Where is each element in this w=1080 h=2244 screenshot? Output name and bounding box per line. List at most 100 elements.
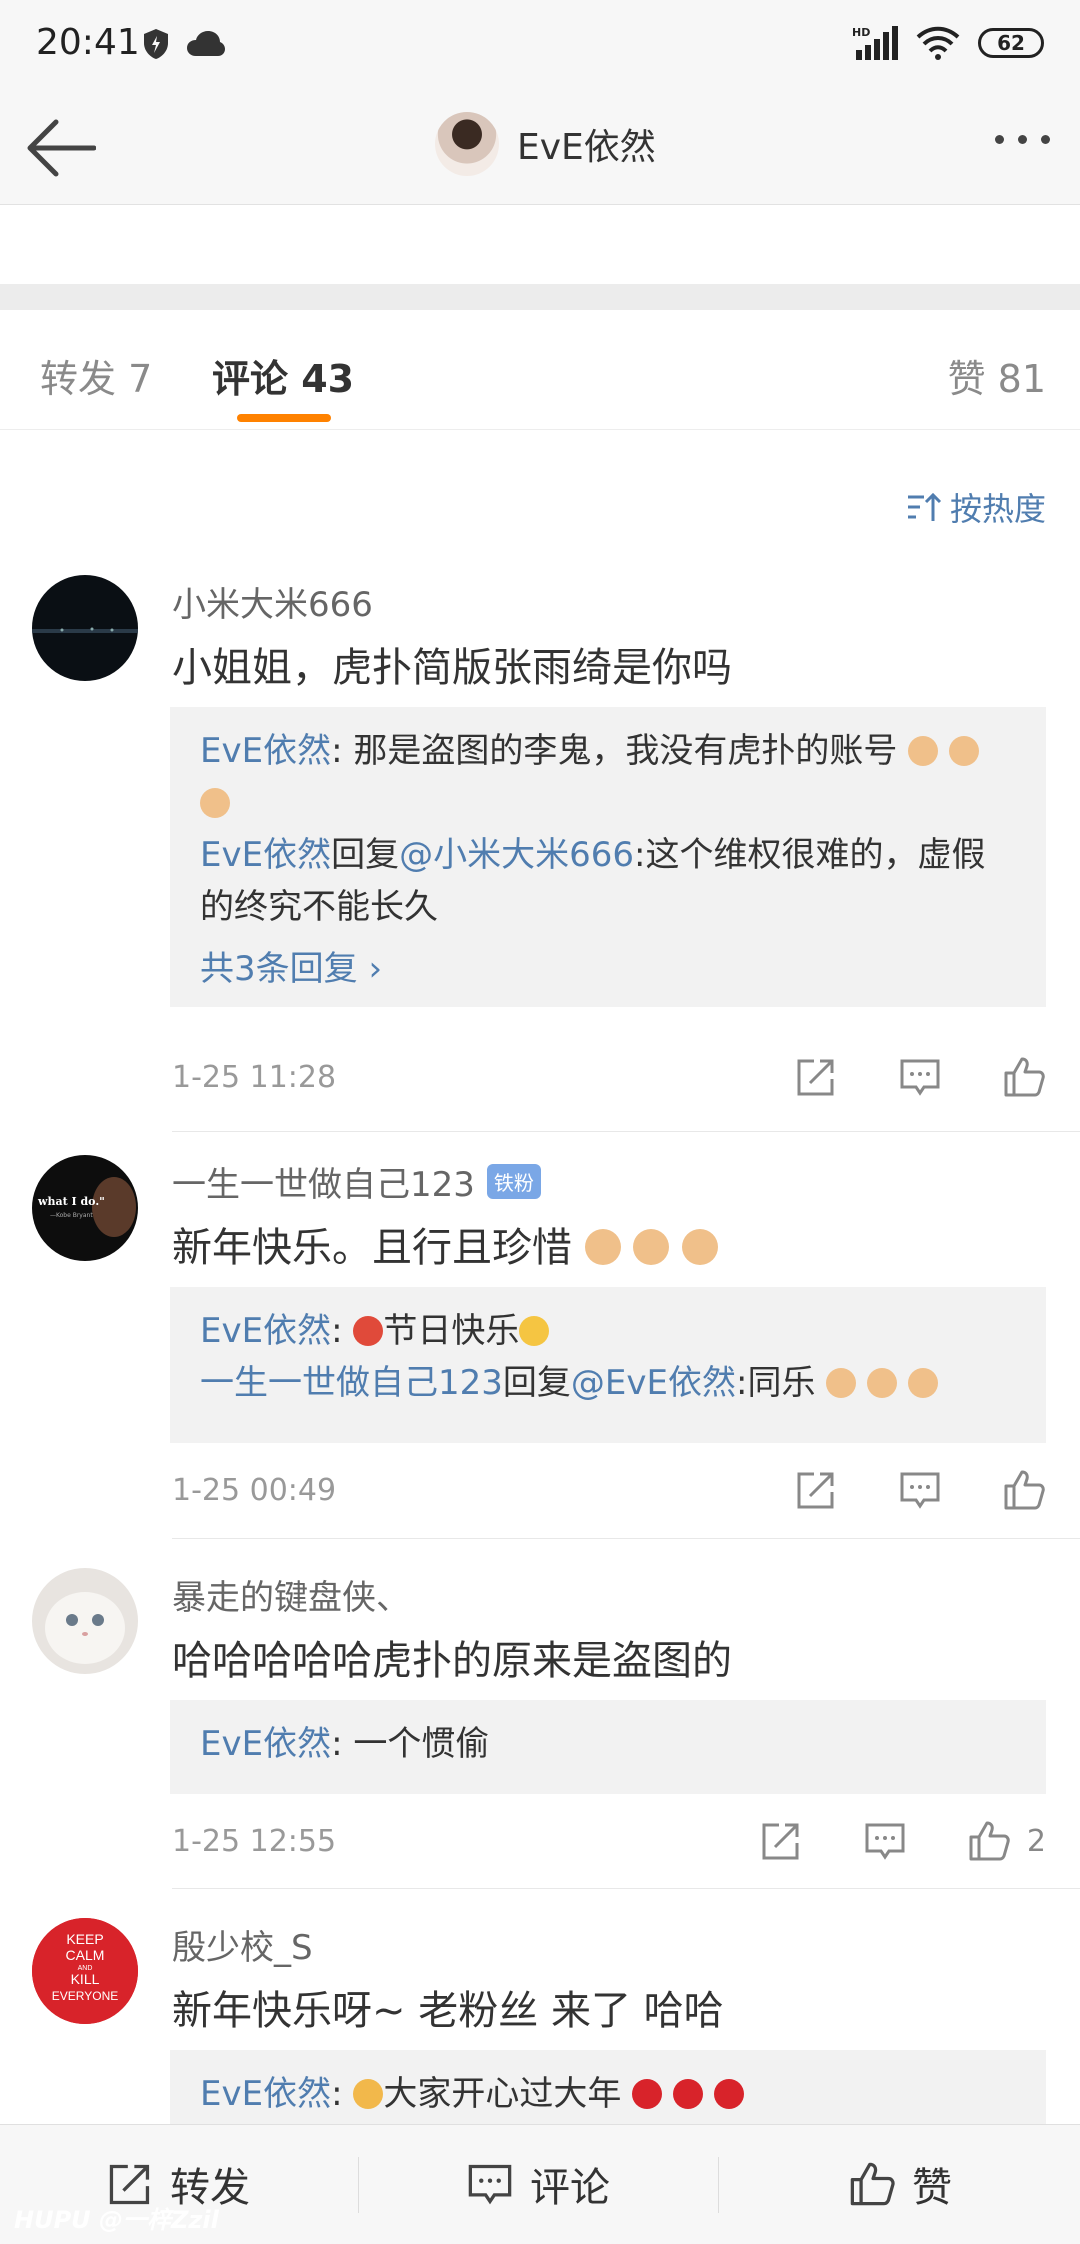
- handshake-emoji: [826, 1368, 857, 1398]
- reply-box[interactable]: EvE依然: 大家开心过大年: [170, 2050, 1046, 2124]
- svg-text:HD: HD: [852, 26, 870, 39]
- battery-indicator: 62: [978, 28, 1044, 58]
- sort-button[interactable]: 按热度: [906, 484, 1046, 530]
- comment-username[interactable]: 暴走的键盘侠、: [172, 1570, 410, 1619]
- firecracker-emoji: [713, 2079, 744, 2109]
- reply-item: EvE依然: 大家开心过大年: [200, 2068, 1016, 2120]
- more-icon[interactable]: [995, 135, 1050, 144]
- comment-text: 哈哈哈哈哈虎扑的原来是盗图的: [172, 1638, 732, 1684]
- reply-item: EvE依然回复@小米大米666:这个维权很难的，虚假的终究不能长久: [200, 835, 986, 927]
- party-emoji: [519, 1316, 550, 1346]
- svg-text:CALM: CALM: [66, 1947, 105, 1963]
- comment-actions: [794, 1055, 1046, 1099]
- status-time: 20:41: [36, 22, 140, 63]
- svg-text:KEEP: KEEP: [66, 1931, 103, 1947]
- bar-divider: [718, 2157, 719, 2213]
- flexed-biceps-emoji: [584, 1229, 621, 1265]
- reply-mention[interactable]: @小米大米666: [399, 835, 634, 875]
- repost-icon[interactable]: [759, 1819, 803, 1863]
- comment-divider: [172, 1888, 1080, 1889]
- sort-icon: [907, 492, 942, 521]
- comment-text: 新年快乐呀~ 老粉丝 来了 哈哈: [172, 1988, 724, 2034]
- repost-icon[interactable]: [794, 1468, 838, 1512]
- comment-username[interactable]: 一生一世做自己123 铁粉: [172, 1157, 541, 1206]
- like-button[interactable]: 赞: [848, 2155, 952, 2213]
- blank-area: [0, 206, 1080, 284]
- reply-box[interactable]: EvE依然: 节日快乐 一生一世做自己123回复@EvE依然:同乐: [170, 1287, 1046, 1443]
- wifi-icon: [916, 26, 960, 60]
- nav-bar: EvE依然: [0, 90, 1080, 205]
- nav-title: EvE依然: [517, 127, 656, 168]
- reply-item: EvE依然: 一个惯偷: [200, 1724, 490, 1764]
- comment-icon: [468, 2164, 512, 2205]
- victory-hand-emoji: [200, 788, 230, 818]
- like-label: 赞: [912, 2165, 952, 2211]
- nav-profile[interactable]: EvE依然: [435, 112, 656, 176]
- svg-text:—Kobe Bryant: —Kobe Bryant: [50, 1212, 93, 1219]
- back-arrow-icon[interactable]: [26, 118, 96, 178]
- signal-icon: HD: [852, 26, 898, 60]
- tab-repost[interactable]: 转发 7: [40, 348, 152, 403]
- tab-comments[interactable]: 评论 43: [212, 348, 354, 403]
- reply-username[interactable]: EvE依然: [200, 1724, 331, 1764]
- comment-icon[interactable]: [863, 1819, 907, 1863]
- flexed-biceps-emoji: [633, 1229, 670, 1265]
- comment-actions: 2: [759, 1819, 1046, 1863]
- tab-likes[interactable]: 赞 81: [948, 348, 1046, 403]
- flexed-biceps-emoji: [682, 1229, 719, 1265]
- svg-text:KILL: KILL: [71, 1971, 100, 1987]
- reply-item: 一生一世做自己123回复@EvE依然:同乐: [200, 1357, 1016, 1409]
- reply-box[interactable]: EvE依然: 那是盗图的李鬼，我没有虎扑的账号 EvE依然回复@小米大米666:…: [170, 707, 1046, 1007]
- victory-hand-emoji: [908, 736, 939, 766]
- reply-username[interactable]: EvE依然: [200, 835, 331, 875]
- comment-username[interactable]: 小米大米666: [172, 577, 373, 626]
- repost-icon[interactable]: [794, 1055, 838, 1099]
- tab-active-indicator: [237, 414, 331, 422]
- fan-badge: 铁粉: [486, 1164, 541, 1199]
- watermark: HUPU @一梓Zzil: [14, 2206, 219, 2234]
- comment-button[interactable]: 评论: [466, 2155, 610, 2213]
- status-bar: 20:41 HD 62: [0, 0, 1080, 90]
- comment-time: 1-25 00:49: [172, 1473, 337, 1508]
- avatar[interactable]: [435, 112, 499, 176]
- comment-divider: [172, 1131, 1080, 1132]
- more-replies-link[interactable]: 共3条回复 ›: [200, 941, 1016, 990]
- like-count: 2: [1026, 1823, 1046, 1859]
- cloud-icon: [187, 31, 225, 56]
- victory-hand-emoji: [948, 736, 979, 766]
- avatar[interactable]: [32, 1568, 138, 1674]
- reply-username[interactable]: EvE依然: [200, 731, 331, 771]
- reply-username[interactable]: 一生一世做自己123: [200, 1363, 503, 1403]
- bar-divider: [358, 2157, 359, 2213]
- handshake-emoji: [907, 1368, 938, 1398]
- reply-username[interactable]: EvE依然: [200, 2074, 331, 2114]
- comment-icon[interactable]: [898, 1468, 942, 1512]
- firecracker-emoji: [672, 2079, 703, 2109]
- sort-label: 按热度: [949, 490, 1046, 528]
- comment-divider: [172, 1538, 1080, 1539]
- reply-item: EvE依然: 节日快乐: [200, 1305, 1016, 1357]
- avatar[interactable]: [32, 575, 138, 681]
- svg-text:EVERYONE: EVERYONE: [52, 1989, 118, 2003]
- comment-time: 1-25 12:55: [172, 1824, 337, 1859]
- like-icon[interactable]: [967, 1819, 1011, 1863]
- comment-icon[interactable]: [898, 1055, 942, 1099]
- reply-mention[interactable]: @EvE依然: [571, 1363, 736, 1403]
- beer-emoji: [353, 2079, 384, 2109]
- comment-text: 小姐姐，虎扑简版张雨绮是你吗: [172, 645, 732, 691]
- avatar[interactable]: KEEP CALM AND KILL EVERYONE: [32, 1918, 138, 2024]
- like-icon[interactable]: [1002, 1055, 1046, 1099]
- svg-text:what I do.": what I do.": [37, 1195, 105, 1208]
- firecracker-emoji: [632, 2079, 663, 2109]
- comment-username[interactable]: 殷少校_S: [172, 1920, 313, 1969]
- tab-bar: 转发 7 评论 43 赞 81: [0, 310, 1080, 430]
- avatar[interactable]: what I do." —Kobe Bryant: [32, 1155, 138, 1261]
- handshake-emoji: [867, 1368, 898, 1398]
- comment-time: 1-25 11:28: [172, 1060, 337, 1095]
- like-icon[interactable]: [1002, 1468, 1046, 1512]
- reply-box[interactable]: EvE依然: 一个惯偷: [170, 1700, 1046, 1794]
- comment-actions: [794, 1468, 1046, 1512]
- reply-item: EvE依然: 那是盗图的李鬼，我没有虎扑的账号: [200, 725, 1016, 829]
- comment-text: 新年快乐。且行且珍惜: [172, 1215, 719, 1273]
- reply-username[interactable]: EvE依然: [200, 1311, 331, 1351]
